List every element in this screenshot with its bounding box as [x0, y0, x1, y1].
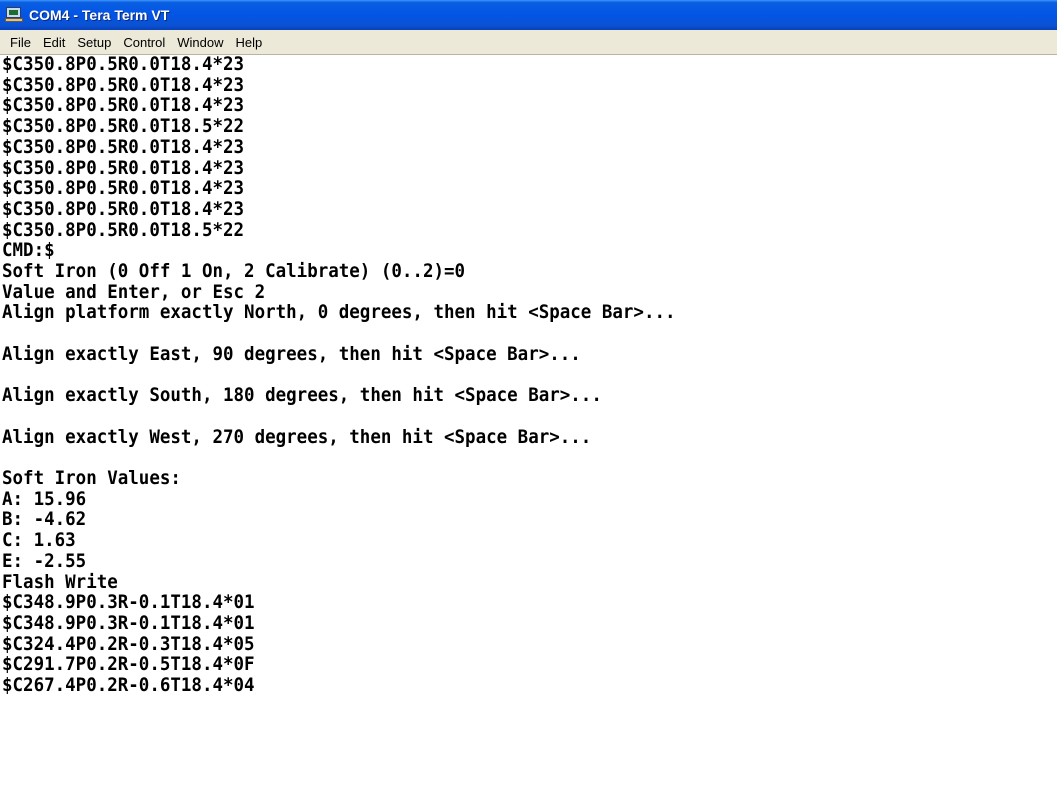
terminal-line: E: -2.55 [2, 549, 87, 572]
terminal-line: $C350.8P0.5R0.0T18.5*22 [2, 218, 245, 241]
title-bar[interactable]: COM4 - Tera Term VT [0, 0, 1057, 30]
menu-setup[interactable]: Setup [71, 32, 117, 53]
terminal-line: Soft Iron Values: [2, 467, 181, 489]
terminal-line: Value and Enter, or Esc 2 [2, 280, 266, 303]
terminal-line: $C350.8P0.5R0.0T18.4*23 [2, 156, 245, 179]
terminal-line: Align exactly East, 90 degrees, then hit… [2, 342, 581, 365]
terminal-line: $C348.9P0.3R-0.1T18.4*01 [2, 591, 255, 614]
terminal-line: Align exactly West, 270 degrees, then hi… [2, 425, 592, 448]
terminal-line: Align exactly South, 180 degrees, then h… [2, 384, 602, 407]
terminal-line: $C350.8P0.5R0.0T18.5*22 [2, 115, 245, 138]
tera-term-icon[interactable] [5, 7, 23, 23]
terminal-line: $C267.4P0.2R-0.6T18.4*04 [2, 674, 255, 696]
terminal-line: $C350.8P0.5R0.0T18.4*23 [2, 177, 245, 200]
terminal-output[interactable]: $C350.8P0.5R0.0T18.4*23 $C350.8P0.5R0.0T1… [0, 55, 1057, 805]
terminal-line: Soft Iron (0 Off 1 On, 2 Calibrate) (0..… [2, 260, 466, 282]
terminal-line: Flash Write [2, 570, 118, 593]
terminal-line: B: -4.62 [2, 508, 87, 531]
terminal-line: $C350.8P0.5R0.0T18.4*23 [2, 197, 245, 220]
window-title: COM4 - Tera Term VT [29, 7, 170, 23]
menu-edit[interactable]: Edit [37, 32, 71, 53]
terminal-line: CMD:$ [2, 239, 55, 262]
terminal-line: $C350.8P0.5R0.0T18.4*23 [2, 55, 245, 75]
terminal-line: $C350.8P0.5R0.0T18.4*23 [2, 135, 245, 158]
terminal-line: Align platform exactly North, 0 degrees,… [2, 301, 676, 324]
terminal-line: $C291.7P0.2R-0.5T18.4*0F [2, 653, 255, 676]
terminal-line: $C350.8P0.5R0.0T18.4*23 [2, 73, 245, 96]
terminal-line: A: 15.96 [2, 487, 87, 510]
terminal-line: $C350.8P0.5R0.0T18.4*23 [2, 94, 245, 117]
terminal-line: $C324.4P0.2R-0.3T18.4*05 [2, 632, 255, 655]
terminal-line: C: 1.63 [2, 529, 76, 552]
menu-help[interactable]: Help [230, 32, 269, 53]
terminal-line: $C348.9P0.3R-0.1T18.4*01 [2, 611, 255, 634]
menu-bar: File Edit Setup Control Window Help [0, 30, 1057, 55]
menu-window[interactable]: Window [171, 32, 229, 53]
menu-control[interactable]: Control [117, 32, 171, 53]
menu-file[interactable]: File [4, 32, 37, 53]
